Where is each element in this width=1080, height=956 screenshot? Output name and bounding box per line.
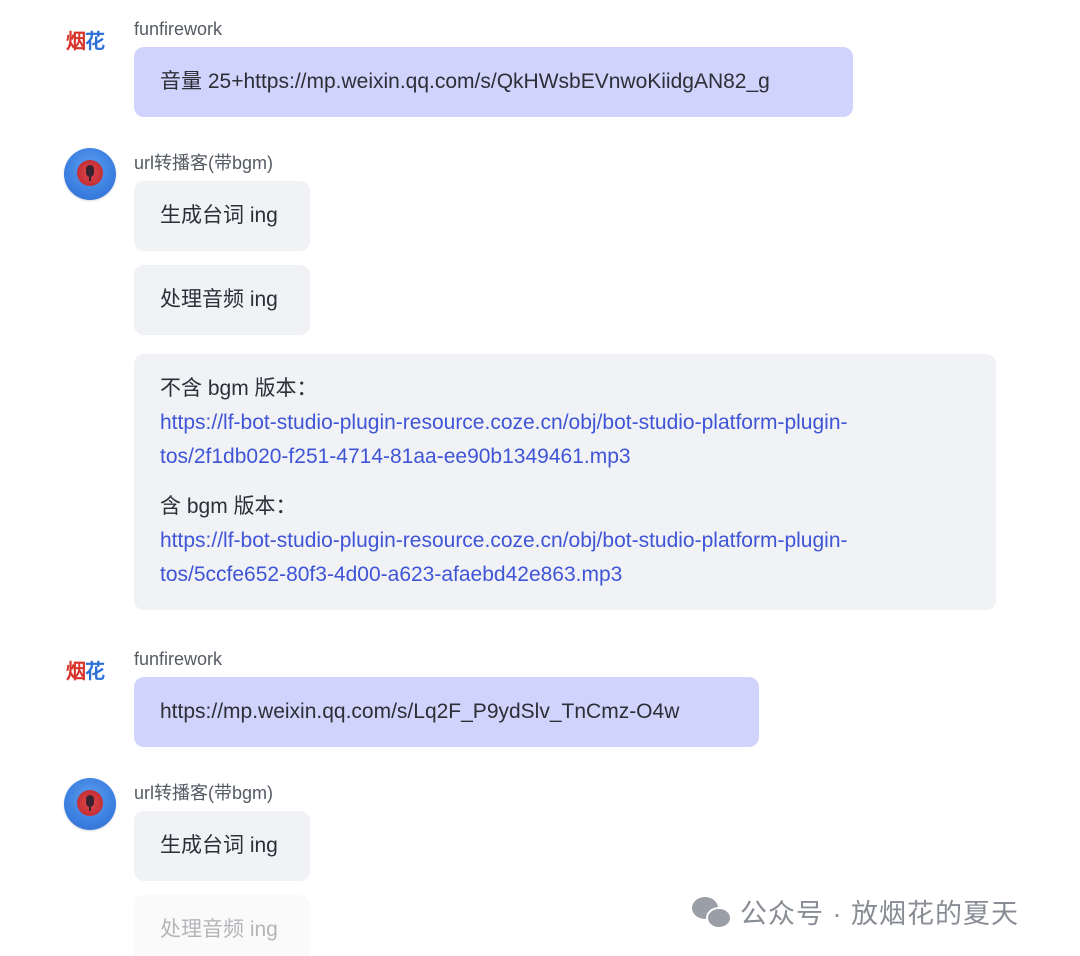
bot-status-bubble[interactable]: 处理音频 ing: [134, 895, 310, 956]
user-message-bubble[interactable]: https://mp.weixin.qq.com/s/Lq2F_P9ydSlv_…: [134, 677, 759, 747]
microphone-icon: [86, 165, 94, 177]
message-text: 生成台词 ing: [160, 204, 278, 227]
link-line[interactable]: https://lf-bot-studio-plugin-resource.co…: [160, 524, 970, 558]
avatar-char: 烟: [66, 659, 86, 683]
sender-name: url转播客(带bgm): [134, 783, 274, 803]
message-text: 生成台词 ing: [160, 834, 278, 857]
bot-avatar[interactable]: [64, 778, 116, 830]
wechat-icon: [690, 895, 732, 929]
bgm-link[interactable]: https://lf-bot-studio-plugin-resource.co…: [160, 524, 970, 592]
avatar-char: 花: [85, 659, 105, 683]
bot-avatar[interactable]: [64, 148, 116, 200]
microphone-icon: [86, 795, 94, 807]
no-bgm-link[interactable]: https://lf-bot-studio-plugin-resource.co…: [160, 406, 970, 474]
sender-name: url转播客(带bgm): [134, 153, 274, 173]
avatar-char: 烟: [66, 29, 86, 53]
avatar-char: 花: [85, 29, 105, 53]
bgm-label: 含 bgm 版本：: [160, 495, 297, 518]
bot-status-bubble[interactable]: 生成台词 ing: [134, 181, 310, 251]
link-line[interactable]: tos/5ccfe652-80f3-4d00-a623-afaebd42e863…: [160, 558, 970, 592]
link-line[interactable]: https://lf-bot-studio-plugin-resource.co…: [160, 406, 970, 440]
user-message-bubble[interactable]: 音量 25+https://mp.weixin.qq.com/s/QkHWsbE…: [134, 47, 853, 117]
watermark: 公众号 · 放烟花的夏天: [690, 893, 1019, 929]
user-avatar[interactable]: 烟花: [66, 658, 114, 684]
sender-name: funfirework: [134, 649, 223, 669]
bot-result-bubble[interactable]: 不含 bgm 版本： https://lf-bot-studio-plugin-…: [134, 354, 996, 610]
no-bgm-label: 不含 bgm 版本：: [160, 377, 318, 400]
message-text: 处理音频 ing: [160, 918, 278, 941]
watermark-text: 公众号 · 放烟花的夏天: [740, 898, 1019, 929]
message-text: 音量 25+https://mp.weixin.qq.com/s/QkHWsbE…: [160, 70, 770, 93]
bot-status-bubble[interactable]: 处理音频 ing: [134, 265, 310, 335]
user-avatar[interactable]: 烟花: [66, 28, 114, 54]
link-line[interactable]: tos/2f1db020-f251-4714-81aa-ee90b1349461…: [160, 440, 970, 474]
message-text: 处理音频 ing: [160, 288, 278, 311]
bot-status-bubble[interactable]: 生成台词 ing: [134, 811, 310, 881]
message-text: https://mp.weixin.qq.com/s/Lq2F_P9ydSlv_…: [160, 700, 680, 723]
sender-name: funfirework: [134, 19, 223, 39]
